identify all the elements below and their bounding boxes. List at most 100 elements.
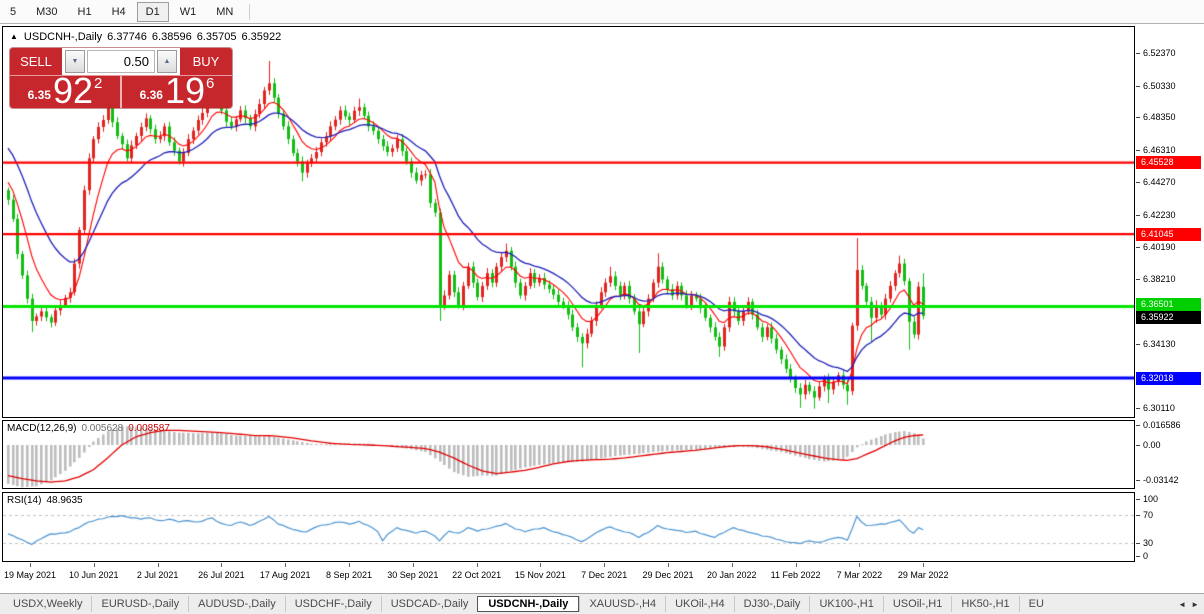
symbol-tab[interactable]: AUDUSD-,Daily bbox=[188, 596, 285, 612]
volume-field[interactable]: 0.50 bbox=[87, 50, 155, 73]
symbol-tab-list: USDX,Weekly EURUSD-,Daily AUDUSD-,Daily USD… bbox=[4, 594, 1053, 614]
rsi-tick-label: 70 bbox=[1136, 510, 1153, 521]
symbol-tab[interactable]: UKOil-,H4 bbox=[665, 596, 734, 612]
macd-main-value: 0.005628 bbox=[81, 423, 124, 434]
date-label: 17 Aug 2021 bbox=[259, 570, 311, 580]
macd-axis: 0.016586 0.00 -0.03142 bbox=[1136, 420, 1204, 489]
symbol-tab[interactable]: EU bbox=[1018, 596, 1053, 612]
date-tick-mark bbox=[731, 563, 733, 567]
symbol-tab[interactable]: USDCNH-,Daily bbox=[477, 596, 580, 612]
date-label: 11 Feb 2022 bbox=[770, 570, 821, 580]
macd-signal-value: 0.008587 bbox=[128, 423, 170, 434]
main-chart-panel: ▲ USDCNH-,Daily 6.37746 6.38596 6.35705 6.359… bbox=[2, 26, 1135, 418]
buy-price-pip: 6 bbox=[206, 75, 215, 92]
date-label: 29 Mar 2022 bbox=[897, 570, 949, 580]
date-tick-mark bbox=[859, 563, 861, 567]
collapse-panel-icon[interactable]: ▲ bbox=[10, 32, 18, 41]
date-label: 2 Jul 2021 bbox=[136, 570, 179, 580]
timeframe-toolbar: 5 M30 H1 H4 D1 W1 MN bbox=[0, 0, 1204, 24]
rsi-tick-label: 100 bbox=[1136, 494, 1158, 505]
tab-scroll-left-icon[interactable]: ◄ bbox=[1178, 600, 1186, 609]
timeframe-button[interactable]: M30 bbox=[27, 2, 66, 22]
date-label: 7 Mar 2022 bbox=[836, 570, 883, 580]
level-price-label: 6.45528 bbox=[1136, 156, 1201, 170]
rsi-panel: RSI(14) 48.9635 bbox=[2, 492, 1135, 562]
date-tick-mark bbox=[923, 563, 925, 567]
symbol-tab[interactable]: USDX,Weekly bbox=[4, 596, 91, 612]
tab-scroll-right-icon[interactable]: ► bbox=[1191, 600, 1199, 609]
macd-name: MACD(12,26,9) bbox=[7, 423, 77, 434]
date-label: 8 Sep 2021 bbox=[325, 570, 373, 580]
symbol-tab[interactable]: USDCHF-,Daily bbox=[284, 596, 381, 612]
ohlc-high: 6.38596 bbox=[151, 31, 192, 43]
sell-price-big: 92 bbox=[52, 70, 94, 109]
level-price-label: 6.41045 bbox=[1136, 227, 1201, 241]
timeframe-button[interactable]: D1 bbox=[136, 1, 169, 22]
date-label: 30 Sep 2021 bbox=[387, 570, 439, 580]
date-label: 26 Jul 2021 bbox=[198, 570, 245, 580]
date-tick-mark bbox=[540, 563, 542, 567]
date-label: 29 Dec 2021 bbox=[642, 570, 694, 580]
rsi-name: RSI(14) bbox=[7, 495, 42, 506]
sell-price-button[interactable]: 6.35 92 2 bbox=[10, 70, 122, 109]
timeframe-button[interactable]: H1 bbox=[69, 2, 101, 22]
timeframe-button[interactable]: 5 bbox=[1, 2, 25, 22]
level-price-label: 6.32018 bbox=[1136, 371, 1201, 385]
chart-symbol-label: USDCNH-,Daily bbox=[23, 31, 103, 43]
date-label: 19 May 2021 bbox=[3, 570, 57, 580]
sell-price-prefix: 6.35 bbox=[27, 88, 51, 102]
macd-tick-label: 0.00 bbox=[1136, 440, 1161, 451]
toolbar-separator bbox=[249, 3, 251, 20]
ohlc-low: 6.35705 bbox=[196, 31, 237, 43]
ohlc-close: 6.35922 bbox=[241, 31, 282, 43]
date-label: 15 Nov 2021 bbox=[514, 570, 566, 580]
rsi-label: RSI(14) 48.9635 bbox=[7, 495, 83, 506]
buy-price-prefix: 6.36 bbox=[139, 88, 163, 102]
date-tick-mark bbox=[221, 563, 223, 567]
macd-canvas bbox=[3, 421, 1134, 488]
date-tick-mark bbox=[795, 563, 797, 567]
macd-tick-label: 0.016586 bbox=[1136, 420, 1181, 431]
date-tick-mark bbox=[476, 563, 478, 567]
symbol-tab[interactable]: UK100-,H1 bbox=[809, 596, 882, 612]
date-label: 7 Dec 2021 bbox=[581, 570, 628, 580]
date-tick-mark bbox=[30, 563, 31, 567]
date-tick-mark bbox=[604, 563, 606, 567]
symbol-tab[interactable]: EURUSD-,Daily bbox=[91, 596, 188, 612]
symbol-tab[interactable]: USOil-,H1 bbox=[882, 596, 952, 612]
date-tick-mark bbox=[668, 563, 669, 567]
chart-title: ▲ USDCNH-,Daily 6.37746 6.38596 6.35705 6.359… bbox=[10, 31, 281, 43]
date-label: 20 Jan 2022 bbox=[707, 570, 757, 580]
symbol-tabbar: USDX,Weekly EURUSD-,Daily AUDUSD-,Daily USD… bbox=[0, 593, 1204, 614]
date-axis: 19 May 2021 10 Jun 2021 2 Jul 2021 26 Jul 2… bbox=[0, 563, 1204, 589]
rsi-tick-label: 0 bbox=[1136, 551, 1148, 562]
symbol-tab[interactable]: USDCAD-,Daily bbox=[380, 596, 478, 612]
current-price-axis: 6.35922 bbox=[1136, 26, 1204, 418]
date-tick-mark bbox=[412, 563, 414, 567]
timeframe-button[interactable]: W1 bbox=[171, 2, 206, 22]
symbol-tab[interactable]: XAUUSD-,H4 bbox=[579, 596, 665, 612]
buy-price-big: 19 bbox=[164, 70, 206, 109]
macd-tick-label: -0.03142 bbox=[1136, 475, 1179, 486]
one-click-trading-widget: SELL ▼ 0.50 ▲ BUY 6.35 92 2 6.36 19 6 bbox=[10, 48, 232, 108]
symbol-tab[interactable]: HK50-,H1 bbox=[951, 596, 1018, 612]
level-price-label: 6.36501 bbox=[1136, 297, 1201, 311]
symbol-tab[interactable]: DJ30-,Daily bbox=[733, 596, 810, 612]
tab-scroll-arrows: ◄ ► bbox=[1178, 600, 1204, 609]
timeframe-button[interactable]: MN bbox=[207, 2, 242, 22]
date-tick-mark bbox=[285, 563, 287, 567]
chevron-up-icon: ▲ bbox=[163, 58, 171, 65]
current-price-label: 6.35922 bbox=[1136, 310, 1201, 324]
date-tick-mark bbox=[93, 563, 95, 567]
rsi-tick-label: 30 bbox=[1136, 538, 1153, 549]
chart-window: ▲ USDCNH-,Daily 6.37746 6.38596 6.35705 6.359… bbox=[0, 24, 1204, 590]
date-tick-mark bbox=[349, 563, 350, 567]
ohlc-open: 6.37746 bbox=[107, 31, 147, 43]
date-label: 10 Jun 2021 bbox=[69, 570, 119, 580]
timeframe-list: 5 M30 H1 H4 D1 W1 MN bbox=[0, 0, 243, 23]
sell-price-pip: 2 bbox=[94, 75, 103, 92]
buy-price-button[interactable]: 6.36 19 6 bbox=[122, 70, 232, 109]
timeframe-button[interactable]: H4 bbox=[103, 2, 135, 22]
rsi-canvas bbox=[3, 493, 1134, 561]
macd-label: MACD(12,26,9) 0.005628 0.008587 bbox=[7, 423, 170, 434]
